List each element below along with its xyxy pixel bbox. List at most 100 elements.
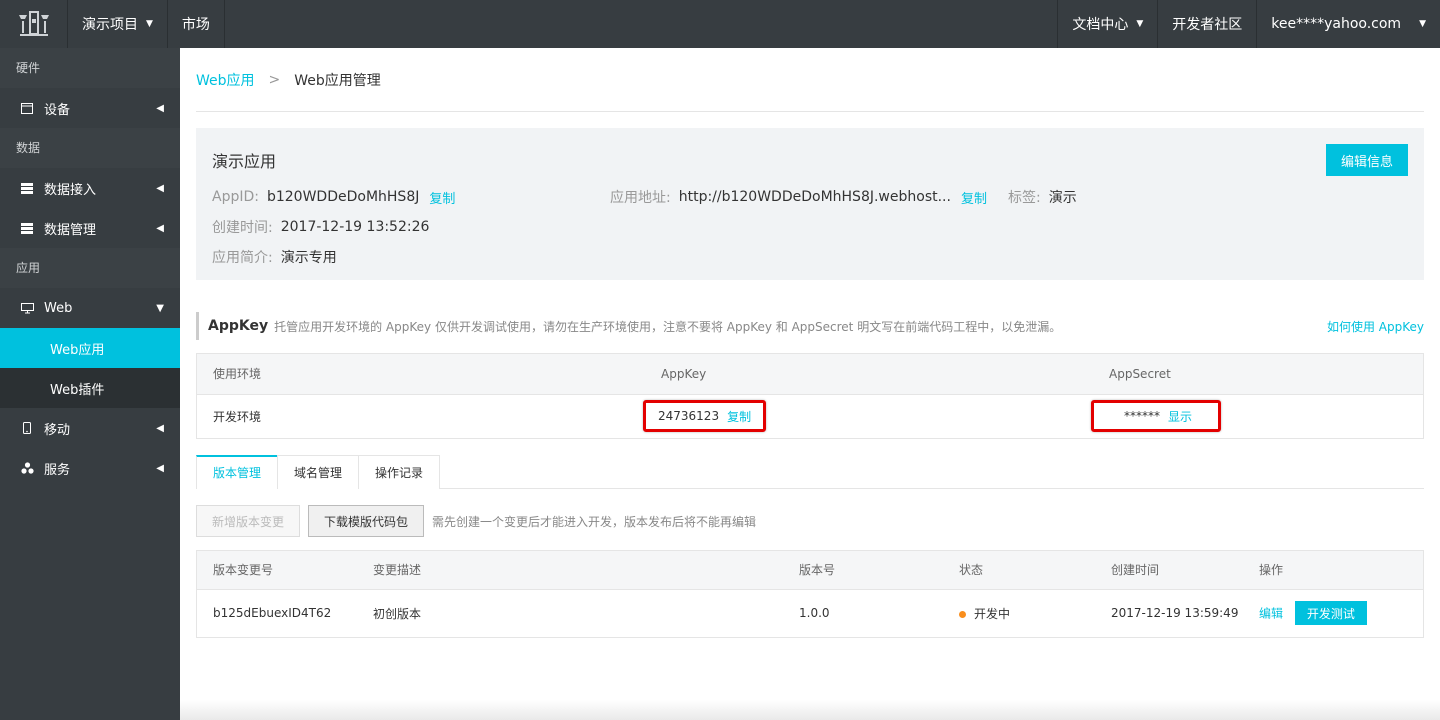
caret-left-icon: ◀ [156, 422, 164, 434]
actions-cell: 编辑 开发测试 [1243, 588, 1423, 637]
url-field: 应用地址: http://b120WDDeDoMhHS8J.webhost...… [610, 187, 1008, 207]
sidebar-group-app: 应用 [0, 248, 180, 288]
appsecret-value: ****** [1124, 409, 1160, 424]
version-actions: 新增版本变更 下载模版代码包 需先创建一个变更后才能进入开发，版本发布后将不能再… [196, 505, 1424, 537]
download-template-button[interactable]: 下载模版代码包 [308, 505, 425, 537]
monitor-icon [20, 302, 34, 314]
sidebar-item-web-plugin[interactable]: Web插件 [0, 368, 180, 408]
tab-operation-log[interactable]: 操作记录 [358, 455, 441, 489]
account-name: kee****yahoo.com [1271, 16, 1402, 32]
bottom-shadow [180, 700, 1440, 720]
copy-url-link[interactable]: 复制 [961, 188, 987, 207]
window-icon [20, 102, 34, 114]
edit-info-button[interactable]: 编辑信息 [1326, 144, 1408, 176]
project-switcher[interactable]: 演示项目 ▼ [68, 0, 168, 48]
status-dot-icon [959, 610, 966, 618]
caret-left-icon: ◀ [156, 462, 164, 474]
project-name: 演示项目 [82, 17, 138, 33]
show-secret-link[interactable]: 显示 [1168, 408, 1192, 425]
sidebar-item-web-app[interactable]: Web应用 [0, 328, 180, 368]
main-content: Web应用 > Web应用管理 演示应用 编辑信息 AppID: b120WDD… [180, 48, 1440, 720]
cubes-icon [20, 462, 34, 474]
chevron-right-icon: > [268, 71, 281, 88]
change-id-cell: b125dEbuexID4T62 [197, 588, 357, 637]
copy-appid-link[interactable]: 复制 [429, 188, 455, 207]
breadcrumb: Web应用 > Web应用管理 [196, 48, 1424, 112]
version-cell: 1.0.0 [783, 588, 943, 637]
col-version: 版本号 [783, 551, 943, 589]
top-bar: 演示项目 ▼ 市场 文档中心 ▼ 开发者社区 kee****yahoo.com … [0, 0, 1440, 48]
server-icon [20, 222, 34, 234]
sidebar-item-data-access[interactable]: 数据接入 ◀ [0, 168, 180, 208]
status-cell: 开发中 [943, 588, 1095, 637]
tab-version-manage[interactable]: 版本管理 [196, 455, 279, 489]
col-appkey: AppKey [645, 354, 1093, 394]
appsecret-highlight-box: ****** 显示 [1091, 400, 1222, 433]
sidebar-item-mobile[interactable]: 移动 ◀ [0, 408, 180, 448]
sidebar-item-label: Web [44, 300, 73, 316]
new-version-button[interactable]: 新增版本变更 [196, 505, 301, 537]
sidebar-item-label: Web插件 [50, 382, 105, 398]
appkey-hint: 托管应用开发环境的 AppKey 仅供开发调试使用，请勿在生产环境使用，注意不要… [274, 319, 1062, 334]
tag-value: 演示 [1048, 190, 1077, 206]
tabs: 版本管理 域名管理 操作记录 [196, 455, 1424, 489]
sidebar-item-data-manage[interactable]: 数据管理 ◀ [0, 208, 180, 248]
table-header: 使用环境 AppKey AppSecret [197, 354, 1423, 394]
sidebar-item-label: Web应用 [50, 342, 105, 358]
appsecret-cell: ****** 显示 [1091, 393, 1423, 438]
copy-appkey-link[interactable]: 复制 [727, 408, 751, 425]
tag-label: 标签: [1008, 190, 1041, 206]
appid-value: b120WDDeDoMhHS8J [266, 189, 420, 205]
nav-docs[interactable]: 文档中心 ▼ [1057, 0, 1157, 48]
mobile-icon [20, 422, 34, 434]
caret-down-icon: ▼ [156, 302, 164, 314]
tag-field: 标签: 演示 [1008, 187, 1077, 207]
dev-test-button[interactable]: 开发测试 [1294, 601, 1367, 626]
caret-down-icon: ▼ [1419, 19, 1426, 29]
col-env: 使用环境 [197, 354, 645, 394]
appkey-cell: 24736123 复制 [643, 393, 1093, 438]
table-header: 版本变更号 变更描述 版本号 状态 创建时间 操作 [197, 551, 1423, 589]
sidebar-group-hardware: 硬件 [0, 48, 180, 88]
nav-community-label: 开发者社区 [1172, 17, 1243, 33]
caret-down-icon: ▼ [1136, 19, 1144, 29]
table-row: b125dEbuexID4T62 初创版本 1.0.0 开发中 2017-12-… [197, 588, 1423, 637]
appid-field: AppID: b120WDDeDoMhHS8J 复制 [212, 188, 610, 207]
caret-left-icon: ◀ [156, 222, 164, 234]
logo-icon [18, 11, 49, 36]
info-row-ids: AppID: b120WDDeDoMhHS8J 复制 应用地址: http://… [212, 182, 1408, 212]
account-menu[interactable]: kee****yahoo.com ▼ [1256, 0, 1440, 48]
caret-down-icon: ▼ [146, 19, 153, 29]
caret-left-icon: ◀ [156, 102, 164, 114]
nav-docs-label: 文档中心 [1072, 17, 1129, 33]
nav-market[interactable]: 市场 [168, 0, 225, 48]
sidebar: 硬件 设备 ◀ 数据 数据接入 ◀ 数据管理 ◀ 应用 Web ▼ Web应用 … [0, 48, 180, 720]
appkey-howto-link[interactable]: 如何使用 AppKey [1327, 318, 1424, 335]
env-cell: 开发环境 [197, 393, 645, 438]
tab-domain-manage[interactable]: 域名管理 [277, 455, 360, 489]
logo[interactable] [0, 0, 68, 48]
appkey-title: AppKey [208, 318, 269, 334]
nav-community[interactable]: 开发者社区 [1157, 0, 1256, 48]
sidebar-item-label: 移动 [44, 422, 71, 438]
url-value: http://b120WDDeDoMhHS8J.webhost... [678, 189, 951, 205]
desc-label: 应用简介: [212, 250, 273, 266]
change-desc-cell: 初创版本 [357, 588, 783, 637]
appkey-table: 使用环境 AppKey AppSecret 开发环境 24736123 复制 *… [196, 353, 1424, 439]
nav-market-label: 市场 [181, 17, 210, 33]
sidebar-item-web[interactable]: Web ▼ [0, 288, 180, 328]
col-actions: 操作 [1243, 551, 1423, 589]
server-icon [20, 182, 34, 194]
breadcrumb-parent[interactable]: Web应用 [196, 70, 255, 90]
edit-version-link[interactable]: 编辑 [1259, 607, 1283, 621]
sidebar-item-label: 服务 [44, 462, 71, 478]
version-hint: 需先创建一个变更后才能进入开发，版本发布后将不能再编辑 [432, 514, 757, 529]
sidebar-item-label: 数据接入 [44, 182, 97, 198]
info-row-desc: 应用简介: 演示专用 [212, 242, 1408, 272]
sidebar-group-data: 数据 [0, 128, 180, 168]
created-value: 2017-12-19 13:52:26 [280, 219, 430, 235]
url-label: 应用地址: [610, 190, 671, 206]
sidebar-item-device[interactable]: 设备 ◀ [0, 88, 180, 128]
sidebar-item-service[interactable]: 服务 ◀ [0, 448, 180, 488]
sidebar-item-label: 数据管理 [44, 222, 97, 238]
